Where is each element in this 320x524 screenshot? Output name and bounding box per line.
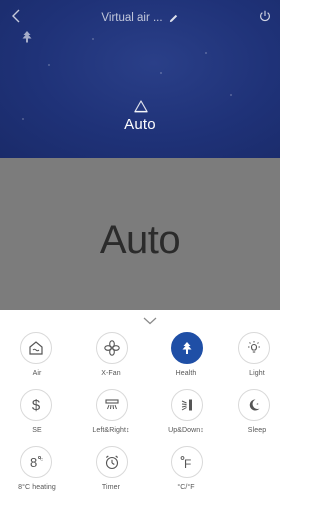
sleep-button[interactable]: z Sleep <box>222 389 292 446</box>
se-button[interactable]: $ SE <box>0 389 70 446</box>
health-button[interactable]: Health <box>151 332 221 389</box>
swing-vertical-icon <box>171 389 203 421</box>
eight-degree-heating-label: 8°C heating <box>18 484 56 491</box>
light-button[interactable]: Light <box>222 332 292 389</box>
temperature-unit-button[interactable]: F °C/°F <box>151 446 221 503</box>
eight-degree-heating-button[interactable]: 8C 8°C heating <box>0 446 70 503</box>
light-icon <box>238 332 270 364</box>
background-speck <box>92 38 94 40</box>
device-title: Virtual air ... <box>101 12 163 24</box>
x-fan-button[interactable]: X-Fan <box>76 332 146 389</box>
air-icon <box>20 332 52 364</box>
background-speck <box>205 52 207 54</box>
health-label: Health <box>175 370 197 377</box>
temperature-unit-icon: F <box>171 446 203 478</box>
dollar-icon: $ <box>20 389 52 421</box>
timer-label: Timer <box>101 484 121 491</box>
health-icon <box>171 332 203 364</box>
mode-display-text: Auto <box>99 218 181 262</box>
timer-button[interactable]: Timer <box>76 446 146 503</box>
edit-name-button[interactable] <box>168 13 179 24</box>
device-title-row: Virtual air ... <box>0 9 280 27</box>
controls-row: Air X-Fan Health Light <box>0 332 280 389</box>
sleep-icon: z <box>238 389 270 421</box>
swing-horizontal-icon <box>96 389 128 421</box>
left-right-swing-button[interactable]: Left&Right↕ <box>76 389 146 446</box>
temperature-unit-label: °C/°F <box>177 484 195 491</box>
pencil-icon <box>169 14 177 22</box>
top-panel: Virtual air ... Auto <box>0 0 280 158</box>
light-label: Light <box>249 370 265 377</box>
power-icon <box>260 10 270 22</box>
controls-row: $ SE Left&Right↕ Up&Down↕ z Sleep <box>0 389 280 446</box>
left-right-label: Left&Right↕ <box>92 427 130 434</box>
fan-icon <box>96 332 128 364</box>
svg-text:C: C <box>40 457 43 462</box>
mode-label: Auto <box>124 116 156 133</box>
svg-text:8: 8 <box>30 455 37 470</box>
background-speck <box>48 64 50 66</box>
air-label: Air <box>32 370 42 377</box>
up-down-swing-button[interactable]: Up&Down↕ <box>151 389 221 446</box>
controls-row: 8C 8°C heating Timer F °C/°F <box>0 446 280 503</box>
health-status-icon <box>22 31 32 43</box>
mode-display: Auto <box>0 158 280 310</box>
air-button[interactable]: Air <box>0 332 70 389</box>
auto-mode-icon <box>134 100 148 113</box>
x-fan-label: X-Fan <box>101 370 121 377</box>
timer-icon <box>96 446 128 478</box>
se-label: SE <box>32 427 42 434</box>
collapse-chevron-icon[interactable] <box>143 317 157 325</box>
eight-degree-icon: 8C <box>20 446 52 478</box>
svg-text:z: z <box>257 401 259 406</box>
power-button[interactable] <box>256 7 274 25</box>
background-speck <box>230 94 232 96</box>
sleep-label: Sleep <box>247 427 267 434</box>
up-down-label: Up&Down↕ <box>168 427 204 434</box>
controls-panel: Air X-Fan Health Light $ SE Left&Right↕ … <box>0 310 280 524</box>
svg-text:F: F <box>184 457 191 471</box>
controls-grid: Air X-Fan Health Light $ SE Left&Right↕ … <box>0 332 280 503</box>
background-speck <box>160 72 162 74</box>
